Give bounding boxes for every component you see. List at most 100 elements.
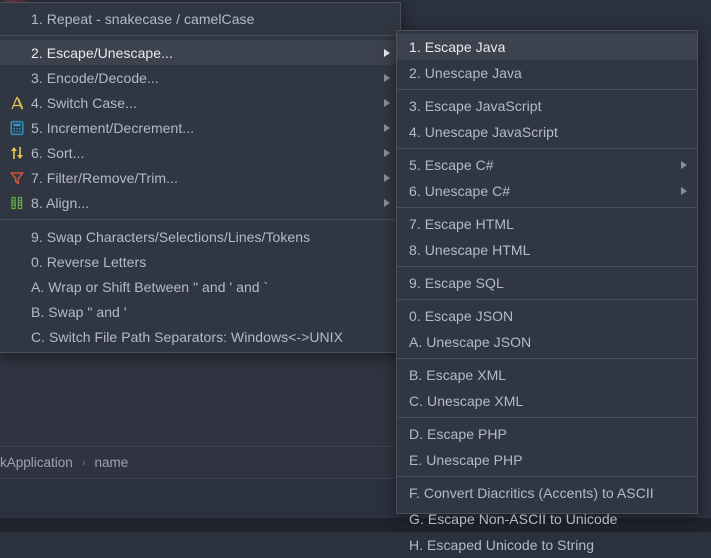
filter-funnel-icon	[7, 168, 27, 188]
breadcrumb-separator-icon: ›	[81, 456, 86, 469]
escape-unescape-submenu[interactable]: 1. Escape Java 2. Unescape Java 3. Escape …	[396, 30, 698, 553]
menu-item-label: 4. Unescape JavaScript	[409, 124, 558, 140]
menu-item-a-wrap-or-shift-between-and-and[interactable]: A. Wrap or Shift Between " and ' and `	[0, 274, 400, 299]
menu-item-3-escape-javascript[interactable]: 3. Escape JavaScript	[397, 93, 697, 119]
chevron-right-icon	[384, 148, 390, 157]
switch-case-icon	[7, 93, 27, 113]
menu-item-h-escaped-unicode-to-string[interactable]: H. Escaped Unicode to String	[397, 532, 697, 558]
menu-item-label: 2. Escape/Unescape...	[31, 44, 173, 61]
menu-item-7-filter-remove-trim[interactable]: 7. Filter/Remove/Trim...	[0, 165, 400, 190]
menu-item-0-reverse-letters[interactable]: 0. Reverse Letters	[0, 249, 400, 274]
menu-item-e-unescape-php[interactable]: E. Unescape PHP	[397, 447, 697, 473]
menu-item-label: 4. Switch Case...	[31, 94, 137, 111]
menu-item-0-escape-json[interactable]: 0. Escape JSON	[397, 303, 697, 329]
chevron-right-icon	[384, 73, 390, 82]
menu-item-6-sort[interactable]: 6. Sort...	[0, 140, 400, 165]
menu-item-b-swap-and[interactable]: B. Swap " and '	[0, 299, 400, 324]
menu-item-label: B. Swap " and '	[31, 303, 127, 320]
menu-separator	[0, 35, 400, 36]
menu-item-label: F. Convert Diacritics (Accents) to ASCII	[409, 485, 654, 501]
menu-item-label: 3. Encode/Decode...	[31, 69, 159, 86]
no-icon	[7, 252, 27, 272]
menu-item-9-escape-sql[interactable]: 9. Escape SQL	[397, 270, 697, 296]
no-icon	[7, 43, 27, 63]
menu-item-label: 1. Repeat - snakecase / camelCase	[31, 10, 255, 27]
menu-item-label: 9. Swap Characters/Selections/Lines/Toke…	[31, 228, 311, 245]
menu-item-5-increment-decrement[interactable]: 5. Increment/Decrement...	[0, 115, 400, 140]
menu-separator	[397, 148, 697, 149]
menu-item-4-unescape-javascript[interactable]: 4. Unescape JavaScript	[397, 119, 697, 145]
editor-lower-region[interactable]	[0, 352, 400, 447]
menu-item-c-unescape-xml[interactable]: C. Unescape XML	[397, 388, 697, 414]
no-icon	[7, 227, 27, 247]
menu-item-label: 5. Increment/Decrement...	[31, 119, 195, 136]
breadcrumb-segment-field[interactable]: name	[94, 455, 128, 470]
menu-item-label: 7. Filter/Remove/Trim...	[31, 169, 178, 186]
calculator-icon	[7, 118, 27, 138]
menu-item-label: A. Wrap or Shift Between " and ' and `	[31, 278, 269, 295]
menu-item-4-switch-case[interactable]: 4. Switch Case...	[0, 90, 400, 115]
no-icon	[7, 327, 27, 347]
no-icon	[7, 277, 27, 297]
menu-separator	[397, 266, 697, 267]
menu-item-3-encode-decode[interactable]: 3. Encode/Decode...	[0, 65, 400, 90]
menu-item-label: H. Escaped Unicode to String	[409, 537, 595, 553]
menu-item-7-escape-html[interactable]: 7. Escape HTML	[397, 211, 697, 237]
menu-item-9-swap-characters-selections-lines-tokens[interactable]: 9. Swap Characters/Selections/Lines/Toke…	[0, 224, 400, 249]
menu-item-label: 5. Escape C#	[409, 157, 494, 173]
menu-item-label: 7. Escape HTML	[409, 216, 514, 232]
menu-item-label: C. Unescape XML	[409, 393, 524, 409]
menu-separator	[397, 358, 697, 359]
menu-separator	[397, 476, 697, 477]
menu-item-label: 1. Escape Java	[409, 39, 506, 55]
menu-item-8-unescape-html[interactable]: 8. Unescape HTML	[397, 237, 697, 263]
menu-item-label: D. Escape PHP	[409, 426, 507, 442]
chevron-right-icon	[384, 173, 390, 182]
no-icon	[7, 302, 27, 322]
menu-item-label: A. Unescape JSON	[409, 334, 532, 350]
breadcrumb-segment-class[interactable]: kApplication	[0, 455, 73, 470]
menu-item-8-align[interactable]: 8. Align...	[0, 190, 400, 215]
chevron-right-icon	[384, 98, 390, 107]
menu-separator	[397, 89, 697, 90]
menu-item-d-escape-php[interactable]: D. Escape PHP	[397, 421, 697, 447]
menu-separator	[397, 299, 697, 300]
menu-item-label: 9. Escape SQL	[409, 275, 504, 291]
menu-item-f-convert-diacritics-accents-to-ascii[interactable]: F. Convert Diacritics (Accents) to ASCII	[397, 480, 697, 506]
menu-item-label: 6. Unescape C#	[409, 183, 511, 199]
menu-item-label: 0. Reverse Letters	[31, 253, 147, 270]
menu-item-1-repeat-snakecase-camelcase[interactable]: 1. Repeat - snakecase / camelCase	[0, 6, 400, 31]
menu-separator	[397, 207, 697, 208]
menu-item-6-unescape-c[interactable]: 6. Unescape C#	[397, 178, 697, 204]
chevron-right-icon	[681, 187, 687, 195]
menu-item-label: 0. Escape JSON	[409, 308, 514, 324]
sort-arrows-icon	[7, 143, 27, 163]
menu-item-label: 2. Unescape Java	[409, 65, 522, 81]
chevron-right-icon	[384, 48, 390, 57]
align-columns-icon	[7, 193, 27, 213]
menu-item-label: 3. Escape JavaScript	[409, 98, 542, 114]
string-manipulation-menu[interactable]: 1. Repeat - snakecase / camelCase 2. Esca…	[0, 2, 401, 353]
menu-item-label: 8. Align...	[31, 194, 90, 211]
menu-item-label: E. Unescape PHP	[409, 452, 523, 468]
menu-item-g-escape-non-ascii-to-unicode[interactable]: G. Escape Non-ASCII to Unicode	[397, 506, 697, 532]
menu-item-label: C. Switch File Path Separators: Windows<…	[31, 328, 343, 345]
menu-item-5-escape-c[interactable]: 5. Escape C#	[397, 152, 697, 178]
chevron-right-icon	[384, 123, 390, 132]
menu-separator	[397, 417, 697, 418]
menu-item-2-escape-unescape[interactable]: 2. Escape/Unescape...	[0, 40, 400, 65]
menu-item-c-switch-file-path-separators-windows-unix[interactable]: C. Switch File Path Separators: Windows<…	[0, 324, 400, 349]
menu-separator	[0, 219, 400, 220]
tool-panel-strip-upper	[0, 479, 400, 507]
editor-breadcrumb[interactable]: kApplication › name	[0, 446, 400, 479]
no-icon	[7, 9, 27, 29]
ide-window: kApplication › name 1. Repeat - snakecas…	[0, 0, 711, 553]
no-icon	[7, 68, 27, 88]
menu-item-label: 6. Sort...	[31, 144, 85, 161]
chevron-right-icon	[384, 198, 390, 207]
menu-item-1-escape-java[interactable]: 1. Escape Java	[397, 34, 697, 60]
menu-item-2-unescape-java[interactable]: 2. Unescape Java	[397, 60, 697, 86]
menu-item-label: 8. Unescape HTML	[409, 242, 531, 258]
menu-item-b-escape-xml[interactable]: B. Escape XML	[397, 362, 697, 388]
menu-item-a-unescape-json[interactable]: A. Unescape JSON	[397, 329, 697, 355]
